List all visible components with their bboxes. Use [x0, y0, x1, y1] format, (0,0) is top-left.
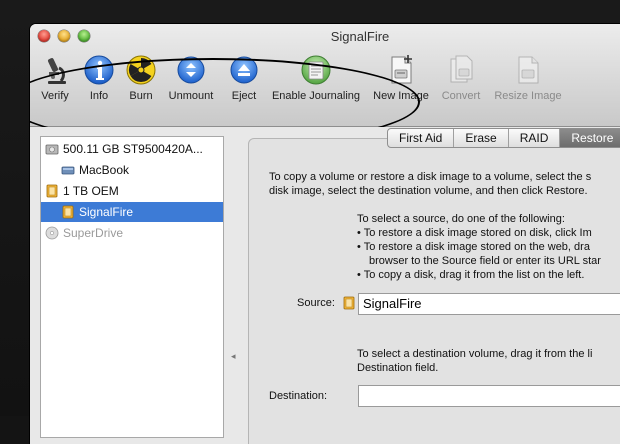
source-bullet-1: • To restore a disk image stored on disk…: [357, 227, 592, 239]
unmount-label: Unmount: [168, 90, 214, 102]
burn-icon: [125, 54, 157, 86]
destination-help-line2: Destination field.: [357, 362, 439, 374]
enable-journaling-label: Enable Journaling: [271, 90, 361, 102]
tab-raid[interactable]: RAID: [509, 129, 561, 147]
source-label: Source:: [297, 297, 335, 309]
resize-image-button[interactable]: Resize Image: [490, 54, 566, 102]
sidebar-item-label: 500.11 GB ST9500420A...: [63, 142, 203, 156]
splitter-handle[interactable]: ◂: [231, 352, 237, 361]
burn-button[interactable]: Burn: [121, 54, 161, 102]
resize-image-label: Resize Image: [494, 90, 562, 102]
external-volume-icon: [61, 205, 75, 219]
sidebar-item-macbook[interactable]: MacBook: [41, 160, 223, 180]
intro-text-line2: disk image, select the destination volum…: [269, 185, 588, 197]
restore-panel: To copy a volume or restore a disk image…: [248, 138, 620, 444]
sidebar-item-hard-disk[interactable]: 500.11 GB ST9500420A...: [41, 139, 223, 159]
new-image-icon: [385, 54, 417, 86]
convert-label: Convert: [441, 90, 481, 102]
enable-journaling-button[interactable]: Enable Journaling: [268, 54, 364, 102]
intro-text-line1: To copy a volume or restore a disk image…: [269, 171, 592, 183]
eject-icon: [228, 54, 260, 86]
convert-button[interactable]: Convert: [436, 54, 486, 102]
source-volume-icon: [342, 296, 356, 310]
new-image-button[interactable]: New Image: [370, 54, 432, 102]
window-title: SignalFire: [330, 29, 390, 44]
tab-bar: First Aid Erase RAID Restore: [387, 128, 620, 148]
destination-label: Destination:: [269, 390, 328, 402]
eject-button[interactable]: Eject: [225, 54, 263, 102]
tab-first-aid[interactable]: First Aid: [388, 129, 455, 147]
sidebar-item-signalfire[interactable]: SignalFire: [41, 202, 223, 222]
destination-help-line1: To select a destination volume, drag it …: [357, 348, 593, 360]
burn-label: Burn: [129, 90, 153, 102]
volume-icon: [61, 163, 75, 177]
tab-erase[interactable]: Erase: [454, 129, 509, 147]
toolbar: SignalFire Verify Info Burn Unmount Ejec…: [30, 24, 620, 146]
disk-utility-window: SignalFire Verify Info Burn Unmount Ejec…: [30, 24, 620, 444]
sidebar-item-label: SuperDrive: [63, 226, 124, 240]
unmount-icon: [175, 54, 207, 86]
source-bullet-2-cont: browser to the Source field or enter its…: [369, 255, 601, 267]
sidebar-item-1tb-oem[interactable]: 1 TB OEM: [41, 181, 223, 201]
source-bullet-3: • To copy a disk, drag it from the list …: [357, 269, 585, 281]
verify-label: Verify: [41, 90, 69, 102]
tab-restore[interactable]: Restore: [560, 129, 620, 147]
sidebar-item-label: MacBook: [79, 163, 130, 177]
convert-icon: [445, 54, 477, 86]
destination-field[interactable]: [358, 385, 620, 407]
device-list[interactable]: 500.11 GB ST9500420A... MacBook 1 TB OEM…: [40, 136, 224, 438]
journaling-icon: [300, 54, 332, 86]
eject-label: Eject: [231, 90, 257, 102]
info-label: Info: [89, 90, 109, 102]
source-field[interactable]: SignalFire: [358, 293, 620, 315]
info-icon: [83, 54, 115, 86]
new-image-label: New Image: [373, 90, 429, 102]
sidebar-item-label: SignalFire: [79, 205, 134, 219]
source-field-value: SignalFire: [363, 296, 422, 311]
verify-button[interactable]: Verify: [35, 54, 75, 102]
resize-image-icon: [512, 54, 544, 86]
sidebar-item-superdrive[interactable]: SuperDrive: [41, 223, 223, 243]
optical-drive-icon: [45, 226, 59, 240]
external-disk-icon: [45, 184, 59, 198]
main-content: 500.11 GB ST9500420A... MacBook 1 TB OEM…: [30, 127, 620, 444]
sidebar-item-label: 1 TB OEM: [63, 184, 119, 198]
unmount-button[interactable]: Unmount: [165, 54, 217, 102]
hard-disk-icon: [45, 142, 59, 156]
source-heading: To select a source, do one of the follow…: [357, 213, 565, 225]
source-bullet-2: • To restore a disk image stored on the …: [357, 241, 590, 253]
microscope-icon: [39, 54, 71, 86]
info-button[interactable]: Info: [79, 54, 119, 102]
